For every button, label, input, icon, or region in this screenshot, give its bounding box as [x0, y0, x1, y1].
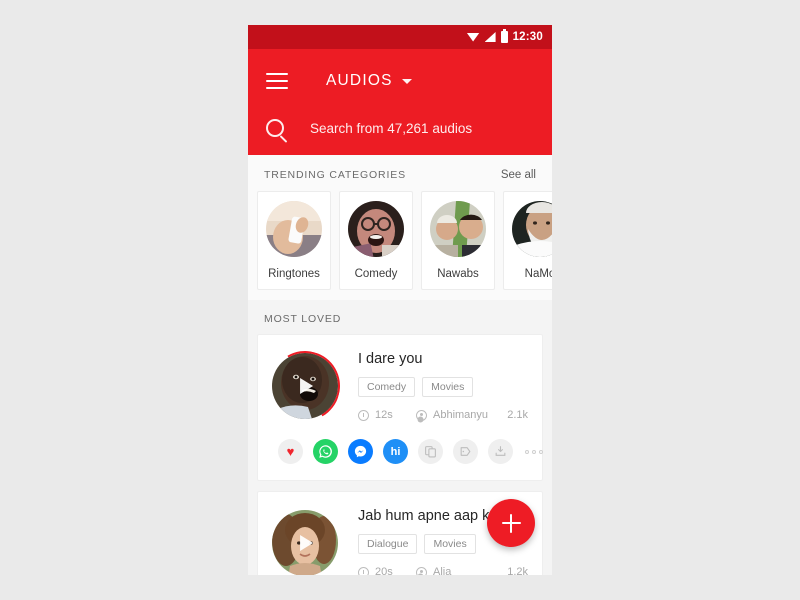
category-thumbnail — [348, 201, 404, 257]
duration-meta: 12s — [358, 409, 416, 421]
clock-icon — [358, 409, 369, 421]
clock-icon — [358, 566, 369, 575]
copy-glyph — [425, 446, 436, 458]
hamburger-menu-icon[interactable] — [266, 73, 288, 89]
category-card-namo[interactable]: NaMo — [503, 191, 552, 290]
status-bar-time: 12:30 — [512, 31, 543, 43]
person-icon — [416, 566, 427, 575]
tag-chip[interactable]: Movies — [424, 534, 476, 554]
author-value: Alia — [433, 566, 452, 575]
search-icon — [266, 119, 284, 137]
more-options-icon[interactable] — [525, 449, 543, 454]
category-thumbnail — [430, 201, 486, 257]
status-bar: 12:30 — [248, 25, 552, 49]
download-glyph — [495, 446, 506, 456]
play-count: 1.2k — [507, 566, 528, 575]
add-audio-fab[interactable] — [487, 499, 535, 547]
most-loved-header: MOST LOVED — [248, 300, 552, 334]
signal-icon — [484, 32, 496, 42]
tag-chip[interactable]: Movies — [422, 377, 474, 397]
hike-icon[interactable]: hi — [383, 439, 408, 464]
audio-meta-row: 20s Alia 1.2k — [358, 566, 528, 575]
most-loved-title: MOST LOVED — [264, 313, 342, 325]
hand-holding-phone-image — [266, 201, 322, 257]
messenger-icon[interactable] — [348, 439, 373, 464]
two-men-scene-image — [430, 201, 486, 257]
duration-value: 12s — [375, 409, 393, 421]
person-icon — [416, 409, 427, 421]
search-bar[interactable] — [248, 101, 552, 155]
older-man-white-beard-image — [512, 201, 552, 257]
tag-chip[interactable]: Comedy — [358, 377, 416, 397]
whatsapp-glyph — [319, 445, 332, 458]
play-icon[interactable] — [300, 535, 314, 551]
category-label: Nawabs — [437, 268, 479, 280]
chevron-down-icon[interactable] — [401, 78, 412, 84]
author-meta: Alia — [416, 566, 507, 575]
copy-icon[interactable] — [418, 439, 443, 464]
author-meta: Abhimanyu — [416, 409, 507, 421]
app-bar: AUDIOS — [248, 49, 552, 155]
category-label: Comedy — [354, 268, 398, 280]
category-thumbnail — [266, 201, 322, 257]
trending-header: TRENDING CATEGORIES See all — [248, 155, 552, 191]
category-carousel[interactable]: Ringtones Comedy Nawabs NaM — [248, 191, 552, 290]
see-all-link[interactable]: See all — [501, 169, 536, 181]
share-actions-row: ♥ hi — [258, 433, 543, 480]
trending-title: TRENDING CATEGORIES — [264, 169, 406, 181]
author-value: Abhimanyu — [433, 409, 489, 421]
search-input[interactable] — [310, 120, 534, 136]
play-icon[interactable] — [300, 378, 314, 394]
category-thumbnail — [512, 201, 552, 257]
audio-card-main: I dare you Comedy Movies 12s Abhimanyu 2… — [258, 335, 542, 433]
page-title: AUDIOS — [326, 72, 393, 89]
laughing-man-glasses-image — [348, 201, 404, 257]
audio-card[interactable]: I dare you Comedy Movies 12s Abhimanyu 2… — [257, 334, 543, 481]
audio-thumbnail[interactable] — [272, 510, 338, 575]
share-tag-icon[interactable] — [453, 439, 478, 464]
audio-tags: Comedy Movies — [358, 377, 528, 397]
wifi-icon — [466, 32, 480, 42]
share-tag-glyph — [460, 447, 471, 456]
category-card-nawabs[interactable]: Nawabs — [421, 191, 495, 290]
audio-card-info: I dare you Comedy Movies 12s Abhimanyu 2… — [358, 351, 528, 421]
duration-value: 20s — [375, 566, 393, 575]
play-count: 2.1k — [507, 409, 528, 421]
messenger-glyph — [354, 445, 367, 458]
category-card-ringtones[interactable]: Ringtones — [257, 191, 331, 290]
audio-thumbnail[interactable] — [262, 343, 348, 429]
whatsapp-icon[interactable] — [313, 439, 338, 464]
tag-chip[interactable]: Dialogue — [358, 534, 418, 554]
app-bar-top-row: AUDIOS — [248, 61, 552, 101]
category-label: NaMo — [524, 268, 552, 280]
audio-meta-row: 12s Abhimanyu 2.1k — [358, 409, 528, 421]
category-card-comedy[interactable]: Comedy — [339, 191, 413, 290]
download-icon[interactable] — [488, 439, 513, 464]
audio-title: I dare you — [358, 351, 423, 367]
duration-meta: 20s — [358, 566, 416, 575]
trending-categories-section: TRENDING CATEGORIES See all Ringtones Co… — [248, 155, 552, 300]
battery-icon — [500, 29, 508, 43]
phone-screen: 12:30 AUDIOS TRENDING CATEGORIES See all — [248, 25, 552, 575]
category-label: Ringtones — [268, 268, 320, 280]
like-heart-icon[interactable]: ♥ — [278, 439, 303, 464]
